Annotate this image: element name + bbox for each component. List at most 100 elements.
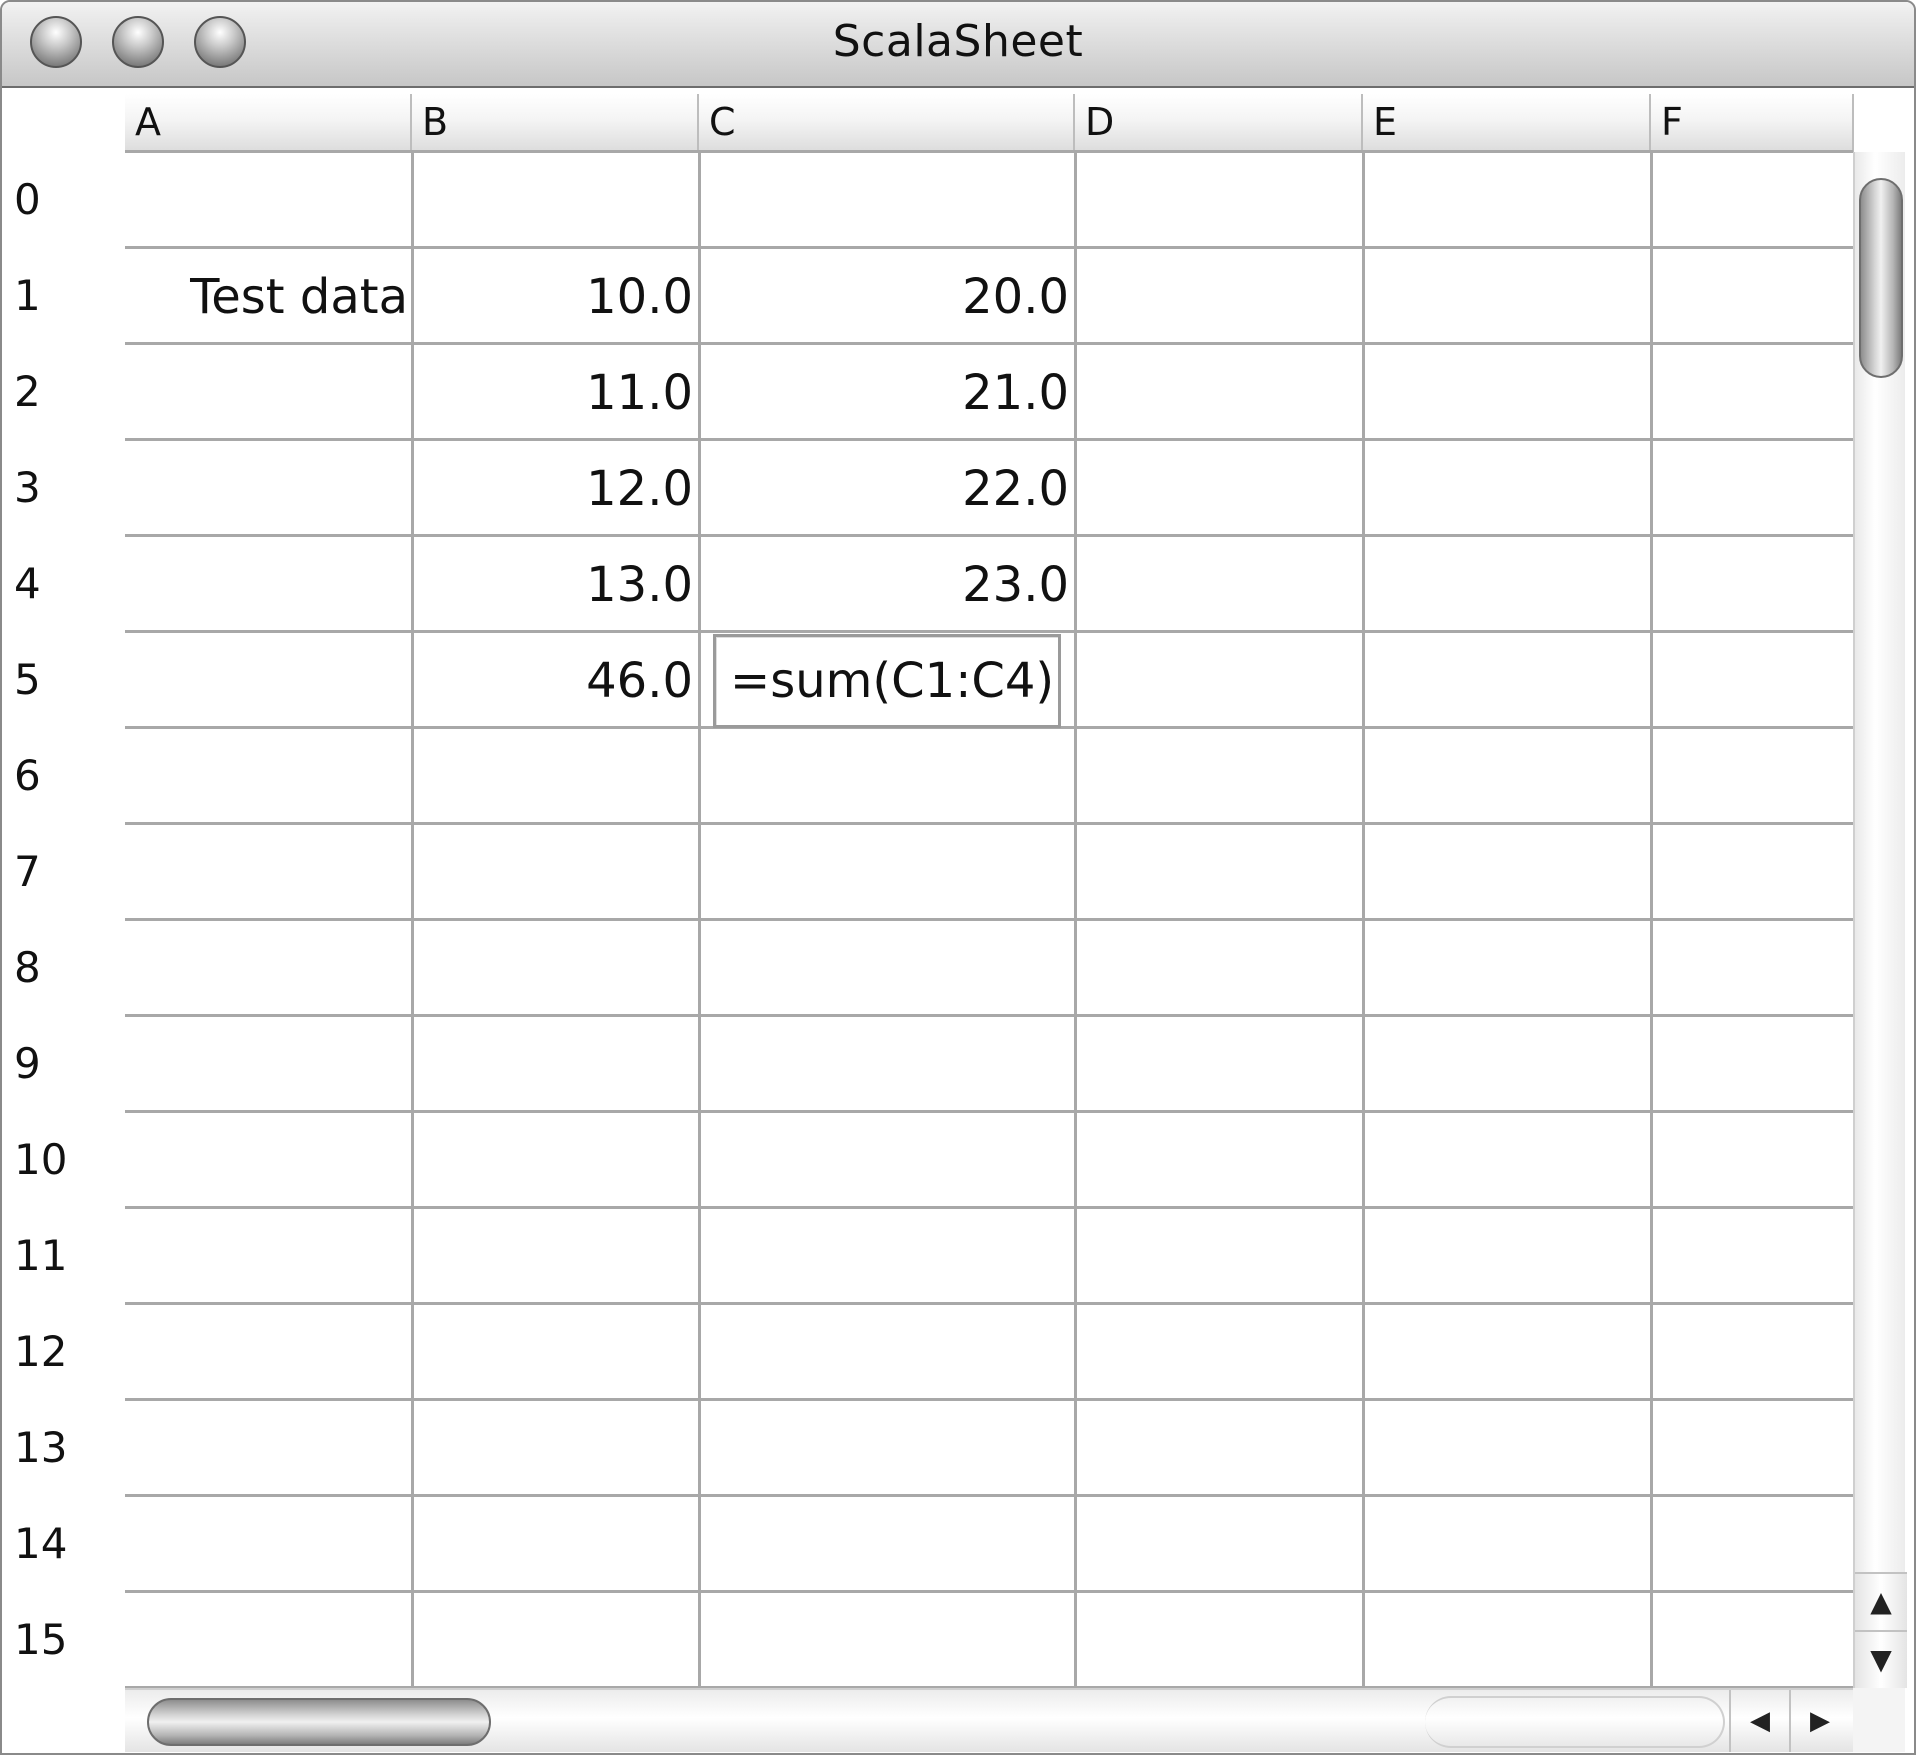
cell-e1[interactable] bbox=[1365, 249, 1649, 342]
row-header-12[interactable]: 12 bbox=[14, 1304, 114, 1400]
cell-d12[interactable] bbox=[1077, 1305, 1361, 1398]
cell-e0[interactable] bbox=[1365, 153, 1649, 246]
cell-a0[interactable] bbox=[127, 153, 410, 246]
cell-d7[interactable] bbox=[1077, 825, 1361, 918]
scroll-left-button[interactable]: ◀ bbox=[1729, 1690, 1789, 1752]
cell-b13[interactable] bbox=[414, 1401, 697, 1494]
column-header-f[interactable]: F bbox=[1651, 94, 1854, 152]
column-header-c[interactable]: C bbox=[699, 94, 1075, 152]
cell-e10[interactable] bbox=[1365, 1113, 1649, 1206]
cell-c9[interactable] bbox=[701, 1017, 1073, 1110]
cell-b10[interactable] bbox=[414, 1113, 697, 1206]
cell-f7[interactable] bbox=[1653, 825, 1852, 918]
cell-a10[interactable] bbox=[127, 1113, 410, 1206]
cell-a3[interactable] bbox=[127, 441, 410, 534]
cell-a9[interactable] bbox=[127, 1017, 410, 1110]
title-bar[interactable]: ScalaSheet bbox=[2, 2, 1914, 88]
cell-c8[interactable] bbox=[701, 921, 1073, 1014]
cell-a1[interactable]: Test data bbox=[127, 249, 410, 342]
cell-e2[interactable] bbox=[1365, 345, 1649, 438]
cell-b11[interactable] bbox=[414, 1209, 697, 1302]
cell-b9[interactable] bbox=[414, 1017, 697, 1110]
cell-c6[interactable] bbox=[701, 729, 1073, 822]
cell-e4[interactable] bbox=[1365, 537, 1649, 630]
cell-b7[interactable] bbox=[414, 825, 697, 918]
cell-f4[interactable] bbox=[1653, 537, 1852, 630]
cell-d0[interactable] bbox=[1077, 153, 1361, 246]
vertical-scroll-thumb[interactable] bbox=[1859, 178, 1903, 378]
cell-c11[interactable] bbox=[701, 1209, 1073, 1302]
cell-a13[interactable] bbox=[127, 1401, 410, 1494]
cell-b2[interactable]: 11.0 bbox=[414, 345, 697, 438]
cell-e9[interactable] bbox=[1365, 1017, 1649, 1110]
cell-a15[interactable] bbox=[127, 1593, 410, 1686]
cell-d11[interactable] bbox=[1077, 1209, 1361, 1302]
cell-f1[interactable] bbox=[1653, 249, 1852, 342]
cell-b15[interactable] bbox=[414, 1593, 697, 1686]
cell-b6[interactable] bbox=[414, 729, 697, 822]
cell-a7[interactable] bbox=[127, 825, 410, 918]
horizontal-scrollbar[interactable]: ◀ ▶ bbox=[125, 1688, 1853, 1752]
cell-f3[interactable] bbox=[1653, 441, 1852, 534]
cell-f14[interactable] bbox=[1653, 1497, 1852, 1590]
cell-e15[interactable] bbox=[1365, 1593, 1649, 1686]
cell-a4[interactable] bbox=[127, 537, 410, 630]
row-header-11[interactable]: 11 bbox=[14, 1208, 114, 1304]
row-header-2[interactable]: 2 bbox=[14, 344, 114, 440]
cell-d6[interactable] bbox=[1077, 729, 1361, 822]
row-header-10[interactable]: 10 bbox=[14, 1112, 114, 1208]
cell-d14[interactable] bbox=[1077, 1497, 1361, 1590]
cell-b1[interactable]: 10.0 bbox=[414, 249, 697, 342]
cell-f12[interactable] bbox=[1653, 1305, 1852, 1398]
cell-b5[interactable]: 46.0 bbox=[414, 633, 697, 726]
row-header-1[interactable]: 1 bbox=[14, 248, 114, 344]
cell-f2[interactable] bbox=[1653, 345, 1852, 438]
row-header-6[interactable]: 6 bbox=[14, 728, 114, 824]
cell-c1[interactable]: 20.0 bbox=[701, 249, 1073, 342]
cell-f5[interactable] bbox=[1653, 633, 1852, 726]
cell-f13[interactable] bbox=[1653, 1401, 1852, 1494]
cell-f8[interactable] bbox=[1653, 921, 1852, 1014]
cell-a8[interactable] bbox=[127, 921, 410, 1014]
cell-b8[interactable] bbox=[414, 921, 697, 1014]
cell-c7[interactable] bbox=[701, 825, 1073, 918]
cell-editor-c5[interactable] bbox=[713, 634, 1061, 728]
cell-e7[interactable] bbox=[1365, 825, 1649, 918]
cell-b0[interactable] bbox=[414, 153, 697, 246]
cell-d10[interactable] bbox=[1077, 1113, 1361, 1206]
cell-d2[interactable] bbox=[1077, 345, 1361, 438]
cell-a12[interactable] bbox=[127, 1305, 410, 1398]
cell-c14[interactable] bbox=[701, 1497, 1073, 1590]
cell-d8[interactable] bbox=[1077, 921, 1361, 1014]
cell-b3[interactable]: 12.0 bbox=[414, 441, 697, 534]
cell-b14[interactable] bbox=[414, 1497, 697, 1590]
cell-c4[interactable]: 23.0 bbox=[701, 537, 1073, 630]
cell-c3[interactable]: 22.0 bbox=[701, 441, 1073, 534]
cell-e5[interactable] bbox=[1365, 633, 1649, 726]
row-header-14[interactable]: 14 bbox=[14, 1496, 114, 1592]
cell-b4[interactable]: 13.0 bbox=[414, 537, 697, 630]
cell-d5[interactable] bbox=[1077, 633, 1361, 726]
scroll-right-button[interactable]: ▶ bbox=[1789, 1690, 1849, 1752]
cell-c2[interactable]: 21.0 bbox=[701, 345, 1073, 438]
horizontal-scroll-thumb[interactable] bbox=[147, 1698, 491, 1746]
row-header-3[interactable]: 3 bbox=[14, 440, 114, 536]
cell-e6[interactable] bbox=[1365, 729, 1649, 822]
cell-a5[interactable] bbox=[127, 633, 410, 726]
cell-d3[interactable] bbox=[1077, 441, 1361, 534]
row-header-0[interactable]: 0 bbox=[14, 152, 114, 248]
cell-c12[interactable] bbox=[701, 1305, 1073, 1398]
cell-c10[interactable] bbox=[701, 1113, 1073, 1206]
cell-f9[interactable] bbox=[1653, 1017, 1852, 1110]
cell-e12[interactable] bbox=[1365, 1305, 1649, 1398]
cell-c0[interactable] bbox=[701, 153, 1073, 246]
row-header-9[interactable]: 9 bbox=[14, 1016, 114, 1112]
cell-d13[interactable] bbox=[1077, 1401, 1361, 1494]
column-header-b[interactable]: B bbox=[412, 94, 699, 152]
cell-e8[interactable] bbox=[1365, 921, 1649, 1014]
scroll-down-button[interactable]: ▼ bbox=[1855, 1630, 1907, 1688]
column-header-d[interactable]: D bbox=[1075, 94, 1363, 152]
row-header-5[interactable]: 5 bbox=[14, 632, 114, 728]
column-header-e[interactable]: E bbox=[1363, 94, 1651, 152]
cell-c15[interactable] bbox=[701, 1593, 1073, 1686]
